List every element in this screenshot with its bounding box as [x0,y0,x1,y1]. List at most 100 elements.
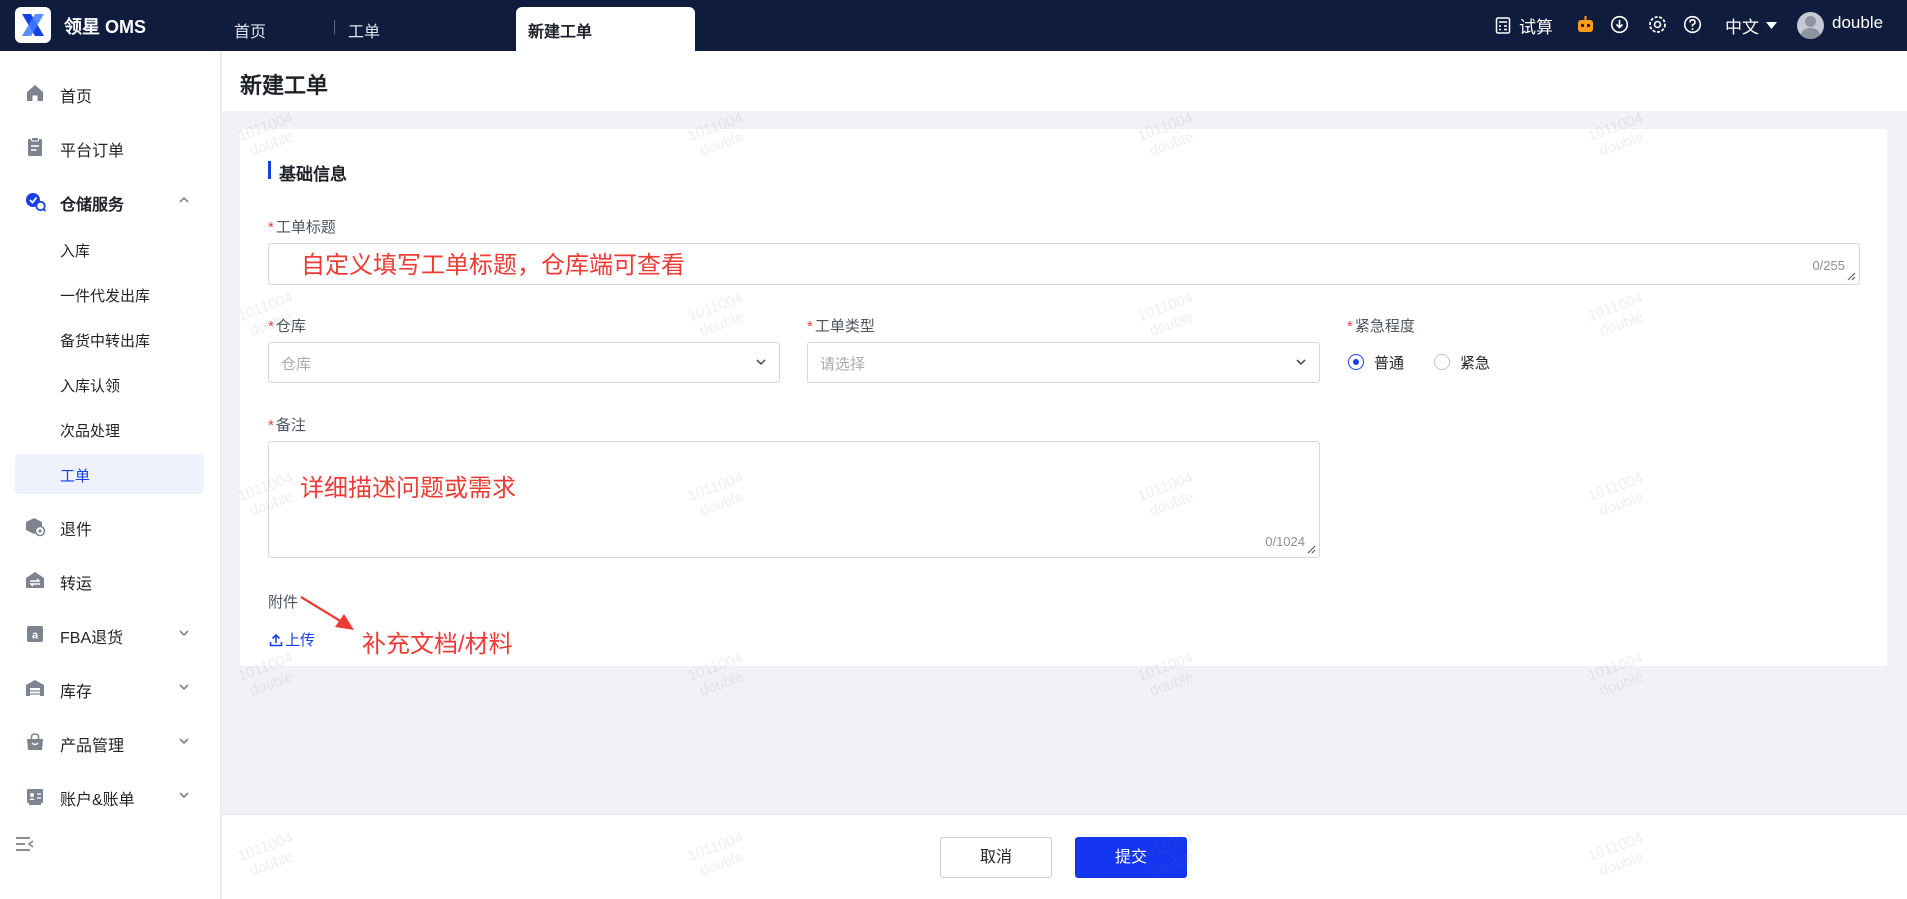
urgency-urgent-label[interactable]: 紧急 [1460,352,1490,373]
calc-button[interactable]: 试算 [1495,13,1553,38]
home-icon [27,85,43,101]
resize-handle-icon[interactable] [1847,272,1856,281]
svg-text:a: a [32,630,39,642]
sidebar-item-label: 平台订单 [60,143,125,160]
clipboard-icon [28,137,42,156]
sidebar-item-account-billing[interactable]: 账户&账单 [0,776,221,814]
language-select[interactable]: 中文 [1725,13,1777,38]
top-bar: 领星 OMS 首页 工单 新建工单 试算 中文 double [0,0,1907,51]
sidebar-subitem-label: 一件代发出库 [60,288,151,305]
sidebar-item-label: 库存 [60,684,93,701]
help-icon[interactable] [1683,15,1702,34]
section-accent-bar [268,161,271,179]
cancel-button[interactable]: 取消 [940,837,1052,878]
chevron-down-icon [179,792,189,799]
sidebar-item-home[interactable]: 首页 [0,73,221,111]
sidebar-item-inventory[interactable]: 库存 [0,668,221,706]
watermark-line: double [1597,668,1646,700]
type-label-text: 工单类型 [814,318,875,335]
chevron-up-icon [179,196,189,203]
tab-workorder[interactable]: 工单 [336,7,392,51]
tab-new-workorder[interactable]: 新建工单 [516,7,695,51]
warehouse-service-icon [26,193,46,212]
required-mark: * [807,318,813,335]
sidebar-item-returns[interactable]: 退件 [0,506,221,544]
page-header: 新建工单 [222,51,1907,111]
sidebar-item-products[interactable]: 产品管理 [0,722,221,760]
caret-down-icon [1766,22,1777,29]
urgency-urgent-radio[interactable] [1434,354,1450,370]
upload-button[interactable]: 上传 [269,629,315,650]
type-placeholder: 请选择 [820,356,866,373]
collapse-menu-icon[interactable] [15,835,35,853]
logo-icon [22,14,44,36]
sidebar-subitem-transit-outbound[interactable]: 备货中转出库 [15,319,204,359]
warehouse-field-label: * 仓库 [268,315,306,336]
form-card: 基础信息 * 工单标题 0/255 * 仓库 仓库 * 工单类型 请选择 * 紧急程度 … [240,129,1887,666]
sidebar-subitem-dropship-outbound[interactable]: 一件代发出库 [15,274,204,314]
title-field-label: * 工单标题 [268,216,336,237]
username[interactable]: double [1832,13,1883,33]
logo[interactable] [15,7,51,43]
annotation-attachment-hint: 补充文档/材料 [362,631,513,658]
title-char-counter: 0/255 [1812,258,1845,273]
sidebar-subitem-label: 工单 [60,468,91,485]
bag-icon [27,733,43,750]
settings-icon[interactable] [1648,15,1667,34]
required-mark: * [268,318,274,335]
upload-label: 上传 [285,632,316,649]
upload-icon [269,633,283,646]
sidebar-item-fba-returns[interactable]: a FBA退货 [0,614,221,652]
resize-handle-icon[interactable] [1307,545,1316,554]
urgency-field-label: * 紧急程度 [1347,315,1415,336]
warehouse-select[interactable]: 仓库 [268,342,780,383]
sidebar-item-label: 转运 [60,576,93,593]
required-mark: * [268,417,274,434]
watermark-line: double [1147,668,1196,700]
sidebar-item-label: 首页 [60,89,93,106]
remark-char-counter: 0/1024 [1265,534,1305,549]
warehouse-placeholder: 仓库 [281,356,312,373]
annotation-title-hint: 自定义填写工单标题，仓库端可查看 [301,252,685,279]
sidebar-subitem-defective[interactable]: 次品处理 [15,409,204,449]
tab-home[interactable]: 首页 [222,7,278,51]
annotation-remark-hint: 详细描述问题或需求 [300,475,516,502]
sidebar-subitem-label: 次品处理 [60,423,121,440]
calculator-icon [1495,17,1511,34]
sidebar-item-label: 账户&账单 [60,792,135,809]
attachment-field-label: 附件 [268,594,299,611]
sidebar-item-label: 退件 [60,522,93,539]
urgency-label-text: 紧急程度 [1354,318,1415,335]
section-title: 基础信息 [279,165,347,184]
sidebar-subitem-workorder[interactable]: 工单 [15,454,204,494]
page-title: 新建工单 [240,73,329,98]
sidebar-item-platform-orders[interactable]: 平台订单 [0,127,221,165]
warehouse-label-text: 仓库 [275,318,306,335]
sidebar-subitem-inbound[interactable]: 入库 [15,229,204,269]
return-box-icon [26,518,46,537]
workorder-type-select[interactable]: 请选择 [807,342,1320,383]
sidebar-item-transfer[interactable]: 转运 [0,560,221,598]
chevron-down-icon [179,738,189,745]
urgency-normal-label[interactable]: 普通 [1374,352,1404,373]
language-label: 中文 [1725,18,1759,37]
robot-icon[interactable] [1576,15,1595,34]
app-name: 领星 OMS [64,17,147,37]
download-icon[interactable] [1610,15,1629,34]
sidebar: 首页 平台订单 仓储服务 入库 一件代发出库 备货中转出库 入库认领 次品处理 … [0,51,221,899]
chevron-down-icon [179,684,189,691]
required-mark: * [268,219,274,236]
submit-button[interactable]: 提交 [1075,837,1187,878]
urgency-normal-radio[interactable] [1348,354,1364,370]
watermark-line: double [247,668,296,700]
chevron-down-icon [1296,359,1306,366]
account-icon [27,789,43,805]
fba-icon: a [27,626,43,642]
avatar[interactable] [1797,12,1824,39]
sidebar-item-label: FBA退货 [60,630,124,647]
chevron-down-icon [756,359,766,366]
sidebar-subitem-label: 备货中转出库 [60,333,151,350]
sidebar-subitem-inbound-claim[interactable]: 入库认领 [15,364,204,404]
sidebar-item-warehouse-service[interactable]: 仓储服务 [0,181,221,219]
tab-divider [334,20,335,34]
